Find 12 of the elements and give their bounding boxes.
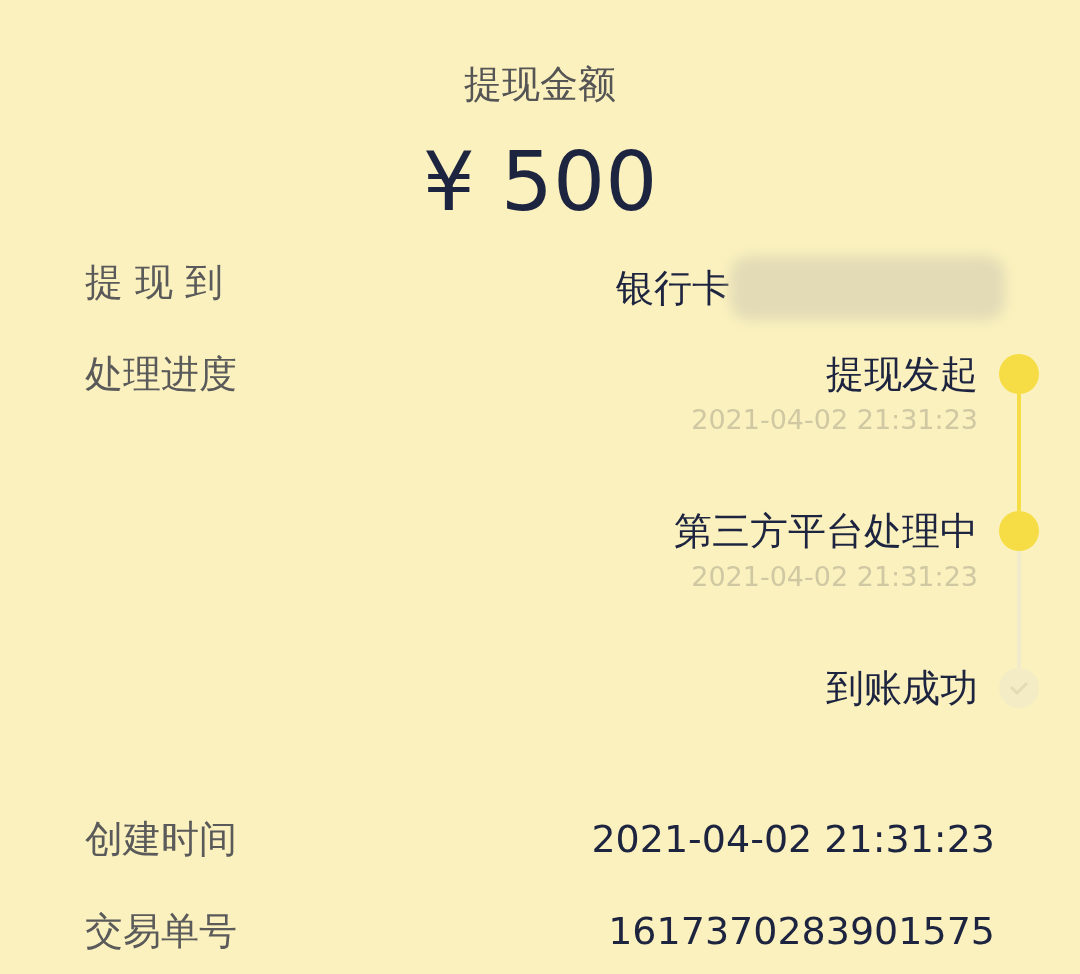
field-value: 2021-04-02 21:31:23 bbox=[591, 816, 995, 863]
step-title: 第三方平台处理中 bbox=[674, 508, 978, 555]
step-title: 提现发起 bbox=[826, 351, 978, 398]
field-label: 处理进度 bbox=[85, 351, 237, 398]
withdraw-amount: ¥ 500 bbox=[422, 133, 658, 231]
field-value: 1617370283901575 bbox=[608, 908, 995, 955]
step-title: 到账成功 bbox=[826, 665, 978, 712]
field-label: 创建时间 bbox=[85, 816, 237, 863]
bank-card-value: 银行卡 bbox=[616, 265, 730, 312]
field-label: 提 现 到 bbox=[85, 259, 224, 306]
page-title: 提现金额 bbox=[464, 61, 616, 108]
field-label: 交易单号 bbox=[85, 908, 237, 955]
